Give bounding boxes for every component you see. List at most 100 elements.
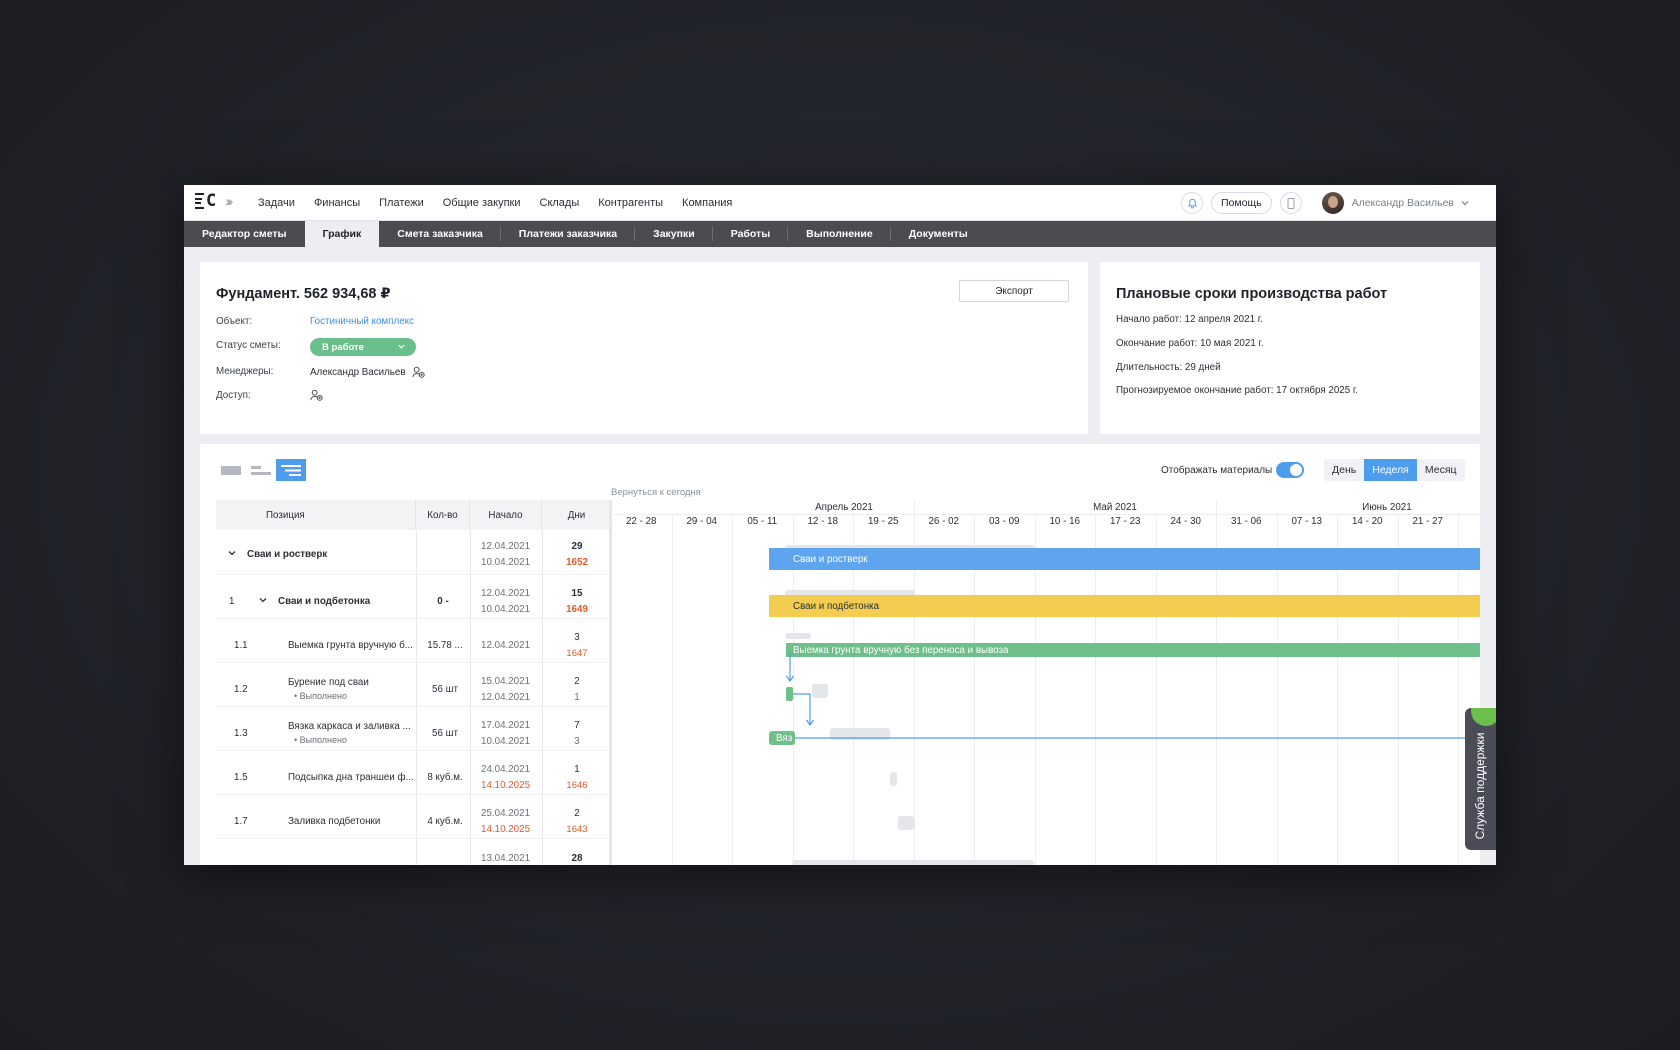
add-user-icon[interactable] (412, 366, 425, 379)
period-week[interactable]: Неделя (1364, 459, 1417, 481)
gantt-bar-section[interactable]: Сваи и подбетонка (769, 595, 1480, 617)
row-qty: 56 шт (432, 728, 458, 739)
row-name: Сваи и ростверк (247, 549, 328, 560)
mobile-app-button[interactable] (1279, 192, 1302, 214)
col-qty[interactable]: Кол-во (416, 500, 470, 530)
row-days-forecast: 1646 (566, 780, 588, 791)
period-day[interactable]: День (1324, 459, 1364, 481)
tab-documents[interactable]: Документы (891, 221, 986, 247)
chevron-down-icon[interactable] (227, 548, 237, 558)
nav-item-payments[interactable]: Платежи (379, 197, 424, 209)
row-days-forecast: 1643 (566, 824, 588, 835)
help-button[interactable]: Помощь (1211, 192, 1272, 214)
avatar[interactable] (1321, 192, 1344, 214)
row-name: Бурение под сваи (288, 677, 369, 688)
expand-menu-icon[interactable]: ››› (225, 193, 233, 209)
nav-item-warehouses[interactable]: Склады (540, 197, 580, 209)
period-month[interactable]: Месяц (1417, 459, 1465, 481)
nav-item-tasks[interactable]: Задачи (258, 197, 295, 209)
grid-line (732, 515, 733, 865)
view-split-button[interactable] (246, 459, 276, 481)
row-start-fact: 10.04.2021 (481, 604, 531, 615)
row-name: Подсыпка дна траншеи ф... (288, 772, 414, 783)
export-button[interactable]: Экспорт (959, 280, 1069, 302)
week-label: 31 - 06 (1230, 516, 1262, 527)
row-days: 7 (574, 720, 580, 731)
gantt-view-icon (281, 464, 301, 476)
timeline-months: Апрель 2021 Май 2021 Июнь 2021 (611, 500, 1480, 515)
row-start-plan: 12.04.2021 (481, 541, 531, 552)
notifications-button[interactable] (1181, 192, 1203, 214)
row-qty: 15.78 ... (427, 640, 463, 651)
week-label: 12 - 18 (807, 516, 838, 527)
tab-completion[interactable]: Выполнение (788, 221, 891, 247)
tab-works[interactable]: Работы (713, 221, 789, 247)
col-position[interactable]: Позиция (216, 500, 416, 530)
object-label: Объект: (216, 316, 253, 327)
access-label: Доступ: (216, 390, 251, 401)
tab-purchases[interactable]: Закупки (635, 221, 713, 247)
row-status: • Выполнено (294, 735, 348, 745)
chevron-down-icon (398, 344, 405, 349)
row-start-plan: 17.04.2021 (481, 720, 531, 731)
planned-bar (785, 633, 811, 639)
nav-item-finance[interactable]: Финансы (314, 197, 360, 209)
week-label: 14 - 20 (1351, 516, 1383, 527)
row-start-fact: 14.10.2025 (481, 780, 531, 791)
month-label: Апрель 2021 (815, 502, 873, 513)
timeline-divider[interactable] (609, 500, 612, 865)
tab-estimate-editor[interactable]: Редактор сметы (184, 221, 305, 247)
row-start-plan: 12.04.2021 (481, 640, 531, 651)
row-qty: 8 куб.м. (427, 772, 463, 783)
tab-customer-estimate[interactable]: Смета заказчика (379, 221, 501, 247)
row-start-plan: 13.04.2021 (481, 853, 531, 864)
row-days-forecast: 3 (574, 736, 580, 747)
planned-bar (792, 860, 1034, 865)
row-number: 1.3 (234, 728, 248, 739)
user-area: Помощь Александр Васильев (1181, 185, 1496, 221)
plan-dates-card: Плановые сроки производства работ Начало… (1100, 262, 1480, 434)
week-label: 19 - 25 (867, 516, 899, 527)
col-start[interactable]: Начало (470, 500, 542, 530)
show-materials-toggle[interactable] (1276, 462, 1304, 478)
row-start-plan: 15.04.2021 (481, 676, 531, 687)
nav-item-company[interactable]: Компания (682, 197, 732, 209)
month-label: Июнь 2021 (1362, 502, 1412, 513)
user-name[interactable]: Александр Васильев (1352, 197, 1454, 209)
tab-customer-payments[interactable]: Платежи заказчика (501, 221, 636, 247)
gantt-bar-group[interactable]: Сваи и ростверк (769, 548, 1480, 570)
logo-letter: C (206, 191, 217, 211)
estimate-title: Фундамент. 562 934,68 ₽ (216, 286, 391, 302)
table-header: Позиция Кол-во Начало Дни (216, 500, 611, 530)
back-to-today-link[interactable]: Вернуться к сегодня (611, 487, 701, 498)
plan-title: Плановые сроки производства работ (1116, 286, 1388, 302)
row-qty: 56 шт (432, 684, 458, 695)
show-materials-label: Отображать материалы (1161, 465, 1273, 476)
week-label: 10 - 16 (1049, 516, 1080, 527)
split-view-icon (251, 465, 271, 475)
object-link[interactable]: Гостиничный комплекс (310, 316, 414, 327)
tab-schedule[interactable]: График (304, 221, 380, 247)
row-name: Выемка грунта вручную б... (288, 640, 413, 651)
row-name: Вязка каркаса и заливка ... (288, 721, 411, 732)
row-days: 3 (574, 632, 580, 643)
row-start-plan: 24.04.2021 (481, 764, 531, 775)
status-dropdown[interactable]: В работе (310, 338, 416, 356)
app-logo[interactable]: C ››› (195, 191, 233, 211)
support-tab[interactable]: Служба поддержки (1465, 708, 1496, 850)
col-days[interactable]: Дни (542, 500, 611, 530)
row-start-plan: 12.04.2021 (481, 588, 531, 599)
period-switcher: День Неделя Месяц (1324, 459, 1465, 481)
plan-end: Окончание работ: 10 мая 2021 г. (1116, 338, 1264, 349)
view-gantt-button[interactable] (276, 459, 306, 481)
view-table-button[interactable] (216, 459, 246, 481)
nav-item-purchases[interactable]: Общие закупки (443, 197, 521, 209)
chevron-down-icon[interactable] (258, 595, 268, 605)
nav-item-contractors[interactable]: Контрагенты (598, 197, 663, 209)
chevron-down-icon[interactable] (1460, 198, 1470, 208)
plan-forecast: Прогнозируемое окончание работ: 17 октяб… (1116, 385, 1358, 396)
row-number: 1 (229, 596, 235, 607)
planned-bar (890, 772, 897, 786)
table-view-icon (221, 465, 241, 475)
add-access-icon[interactable] (310, 389, 323, 402)
